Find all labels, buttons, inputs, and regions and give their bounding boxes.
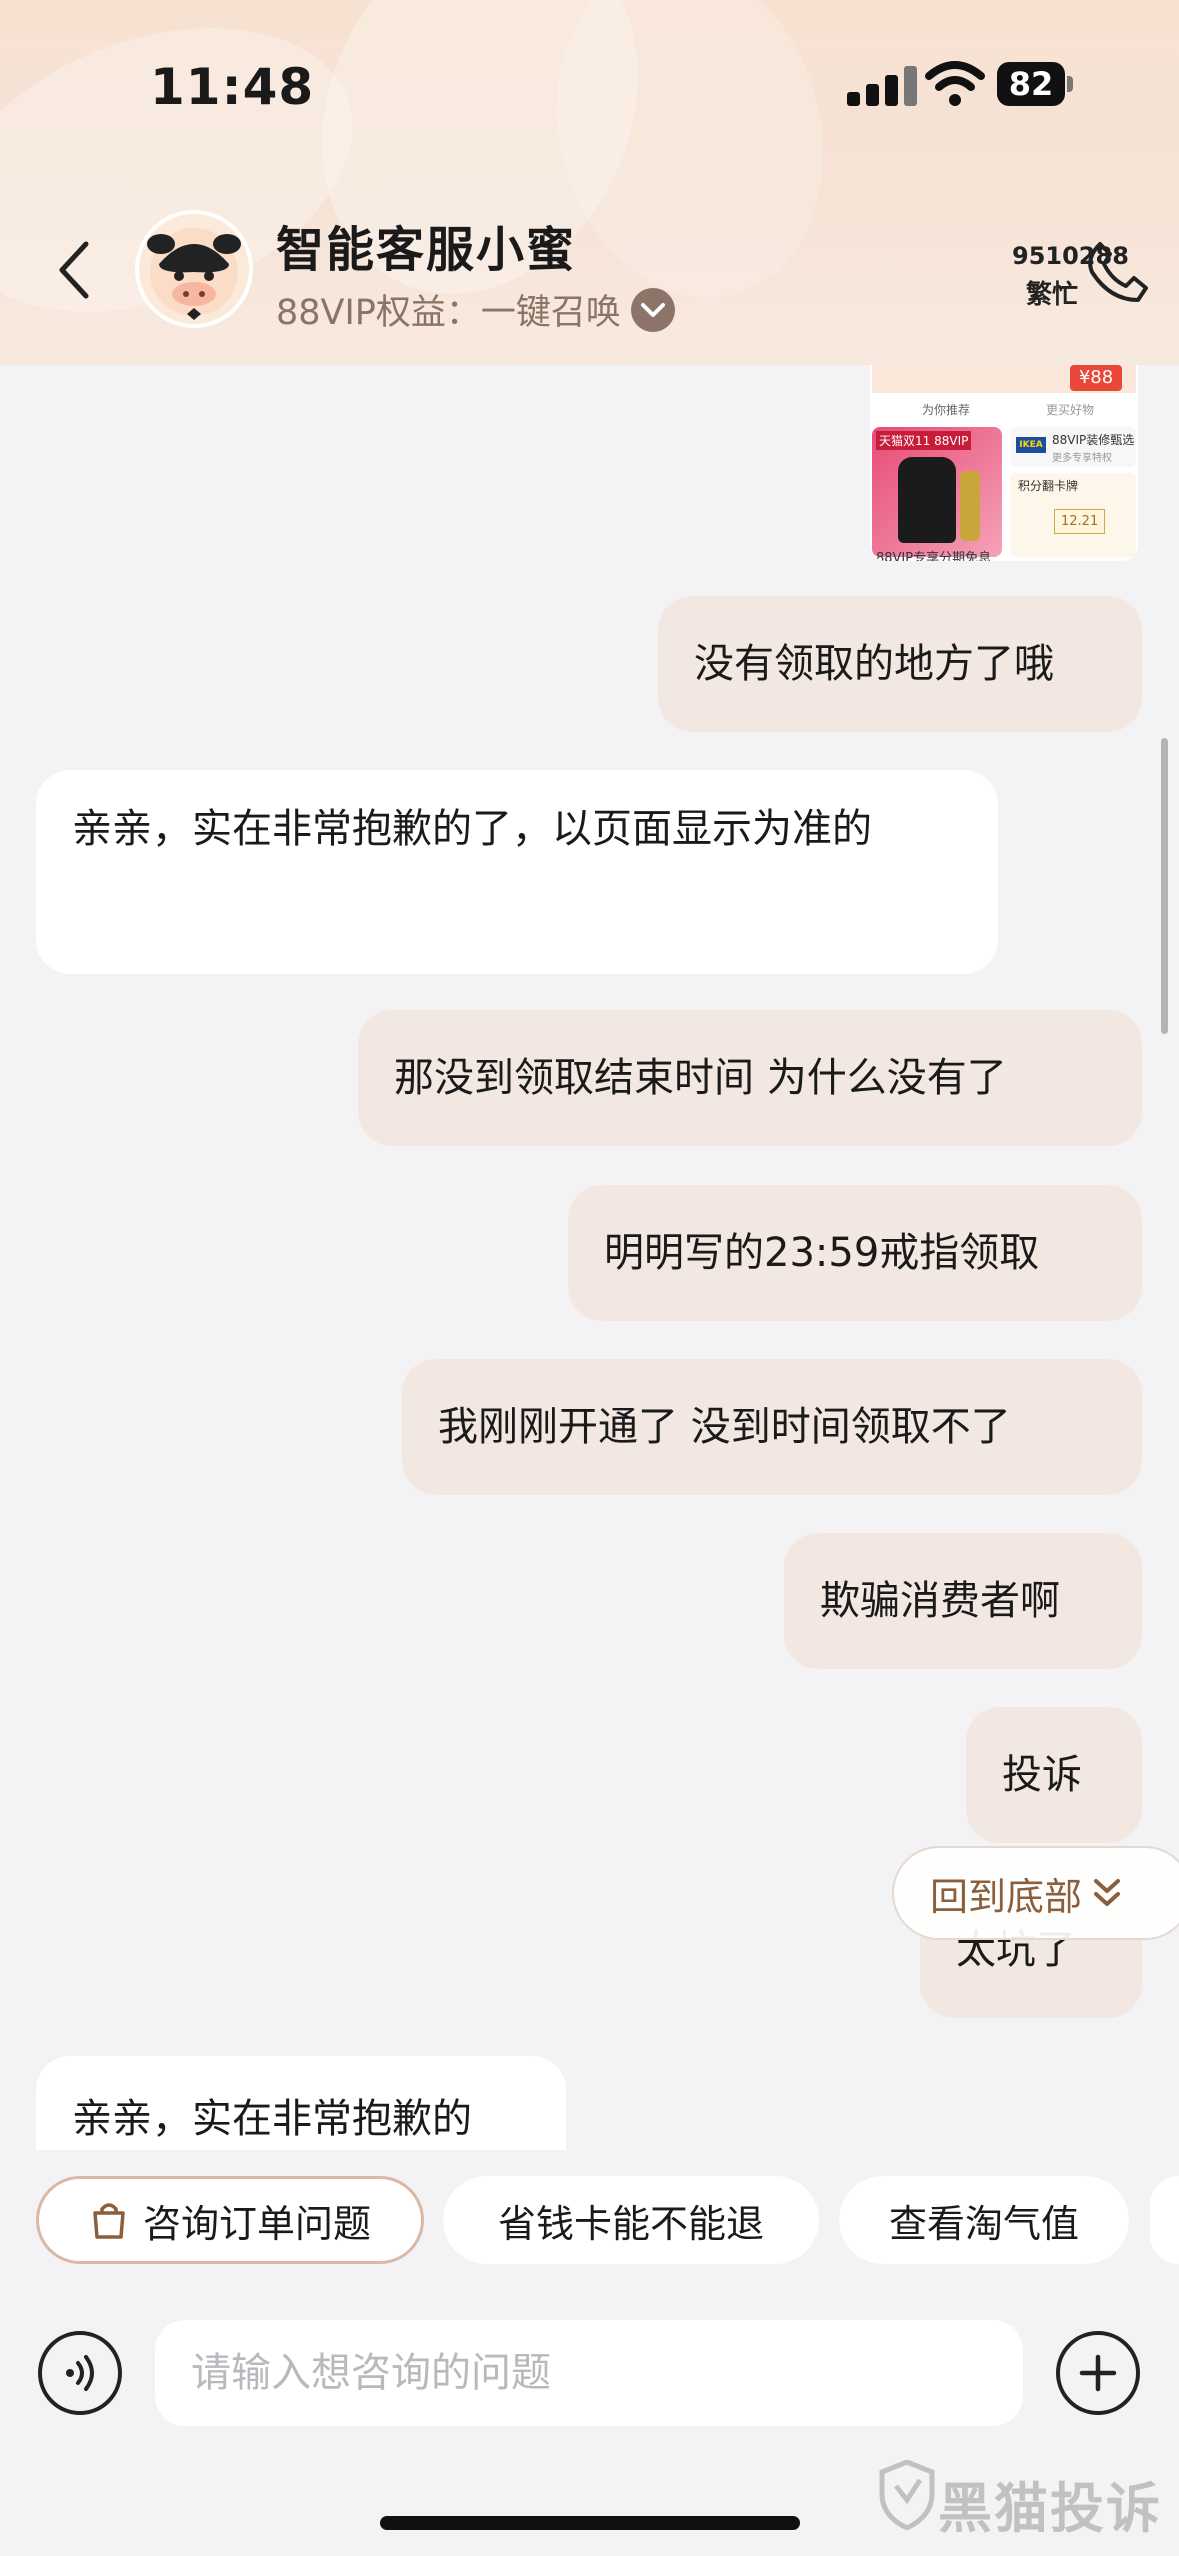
wifi-icon bbox=[925, 61, 985, 106]
shopping-bag-icon bbox=[93, 2203, 125, 2239]
cellular-signal-icon bbox=[847, 66, 919, 106]
scrollbar[interactable] bbox=[1161, 738, 1168, 1034]
promo-product-image: 天猫双11 88VIP bbox=[872, 427, 1002, 557]
back-to-bottom-label: 回到底部 bbox=[930, 1874, 1083, 1919]
promo-tab: 更买好物 bbox=[1046, 403, 1095, 417]
message-text: 亲亲，实在非常抱歉的 bbox=[72, 2096, 472, 2142]
assistant-avatar[interactable] bbox=[135, 210, 253, 328]
battery-icon: 82 bbox=[997, 62, 1073, 106]
message-text: 那没到领取结束时间 为什么没有了 bbox=[394, 1055, 1007, 1101]
message-input[interactable] bbox=[155, 2320, 1023, 2426]
phone-icon bbox=[1088, 242, 1148, 302]
voice-input-button[interactable] bbox=[38, 2331, 122, 2415]
quick-reply-order-issue[interactable]: 咨询订单问题 bbox=[36, 2176, 424, 2264]
quick-reply-savings-card[interactable]: 省钱卡能不能退 bbox=[443, 2176, 819, 2264]
user-message: 欺骗消费者啊 bbox=[784, 1533, 1142, 1669]
chevron-down-icon bbox=[630, 287, 675, 332]
hotline-button[interactable]: 9510288 繁忙 bbox=[1004, 236, 1154, 310]
user-message: 没有领取的地方了哦 bbox=[658, 596, 1142, 732]
promo-price: ¥88 bbox=[1070, 365, 1122, 391]
back-to-bottom-button[interactable]: 回到底部 bbox=[892, 1846, 1179, 1940]
user-message: 我刚刚开通了 没到时间领取不了 bbox=[402, 1359, 1142, 1495]
promo-points-tile: 积分翻卡牌 12.21 bbox=[1010, 473, 1136, 557]
promo-tile-date: 12.21 bbox=[1054, 509, 1106, 534]
watermark: 黑猫投诉 bbox=[878, 2456, 1168, 2540]
chip-label: 查看淘气值 bbox=[888, 2201, 1079, 2246]
message-text: 亲亲，实在非常抱歉的了，以页面显示为准的 bbox=[72, 806, 872, 852]
quick-reply-taoqi-value[interactable]: 查看淘气值 bbox=[839, 2176, 1129, 2264]
message-text: 没有领取的地方了哦 bbox=[694, 641, 1054, 687]
watermark-text: 黑猫投诉 bbox=[938, 2477, 1162, 2540]
ikea-logo-icon: IKEA bbox=[1016, 437, 1046, 453]
chip-label: 省钱卡能不能退 bbox=[497, 2201, 764, 2246]
promo-tile-title: 88VIP装修甄选 bbox=[1052, 433, 1135, 447]
vip-summon-toggle[interactable]: 88VIP权益：一键召唤 bbox=[276, 284, 675, 335]
double-chevron-down-icon bbox=[1094, 1879, 1121, 1906]
plus-icon bbox=[1079, 2354, 1117, 2392]
promo-tag: 天猫双11 88VIP bbox=[876, 431, 972, 450]
back-button[interactable] bbox=[44, 236, 104, 304]
promo-tile-title: 积分翻卡牌 bbox=[1018, 479, 1079, 493]
promo-tab: 为你推荐 bbox=[922, 403, 971, 417]
add-attachment-button[interactable] bbox=[1056, 2331, 1140, 2415]
battery-level: 82 bbox=[997, 62, 1065, 106]
user-message: 投诉 bbox=[966, 1707, 1142, 1843]
promo-ikea-tile: IKEA 88VIP装修甄选 更多专享特权 bbox=[1010, 427, 1136, 467]
cow-mascot-icon bbox=[147, 228, 241, 320]
chevron-left-icon bbox=[59, 241, 89, 299]
user-message: 明明写的23:59戒指领取 bbox=[568, 1185, 1142, 1321]
chip-label: 咨询订单问题 bbox=[142, 2201, 371, 2246]
message-text: 投诉 bbox=[1002, 1752, 1082, 1798]
promo-image-card[interactable]: ¥88 为你推荐 更买好物 天猫双11 88VIP IKEA 88VIP装修甄选… bbox=[870, 365, 1138, 561]
voice-wave-icon bbox=[66, 2355, 94, 2391]
promo-caption: 88VIP专享分期免息 bbox=[876, 551, 992, 561]
message-text: 我刚刚开通了 没到时间领取不了 bbox=[438, 1404, 1011, 1450]
shield-logo-icon bbox=[879, 2460, 935, 2530]
home-indicator[interactable] bbox=[380, 2516, 800, 2530]
message-text: 明明写的23:59戒指领取 bbox=[604, 1230, 1040, 1276]
chat-header: 11:48 82 智能客服小蜜 88VIP权益：一键召唤 9510288 繁忙 bbox=[0, 0, 1179, 365]
status-time: 11:48 bbox=[150, 58, 315, 116]
promo-tile-sub: 更多专享特权 bbox=[1052, 453, 1112, 464]
page-title: 智能客服小蜜 bbox=[276, 222, 577, 278]
assistant-message: 亲亲，实在非常抱歉的了，以页面显示为准的 bbox=[36, 770, 998, 974]
hotline-status: 繁忙 bbox=[1026, 280, 1079, 310]
quick-reply-more[interactable] bbox=[1150, 2176, 1179, 2264]
vip-subtitle: 88VIP权益：一键召唤 bbox=[276, 293, 621, 333]
user-message: 那没到领取结束时间 为什么没有了 bbox=[358, 1010, 1142, 1146]
message-text: 欺骗消费者啊 bbox=[820, 1578, 1060, 1624]
